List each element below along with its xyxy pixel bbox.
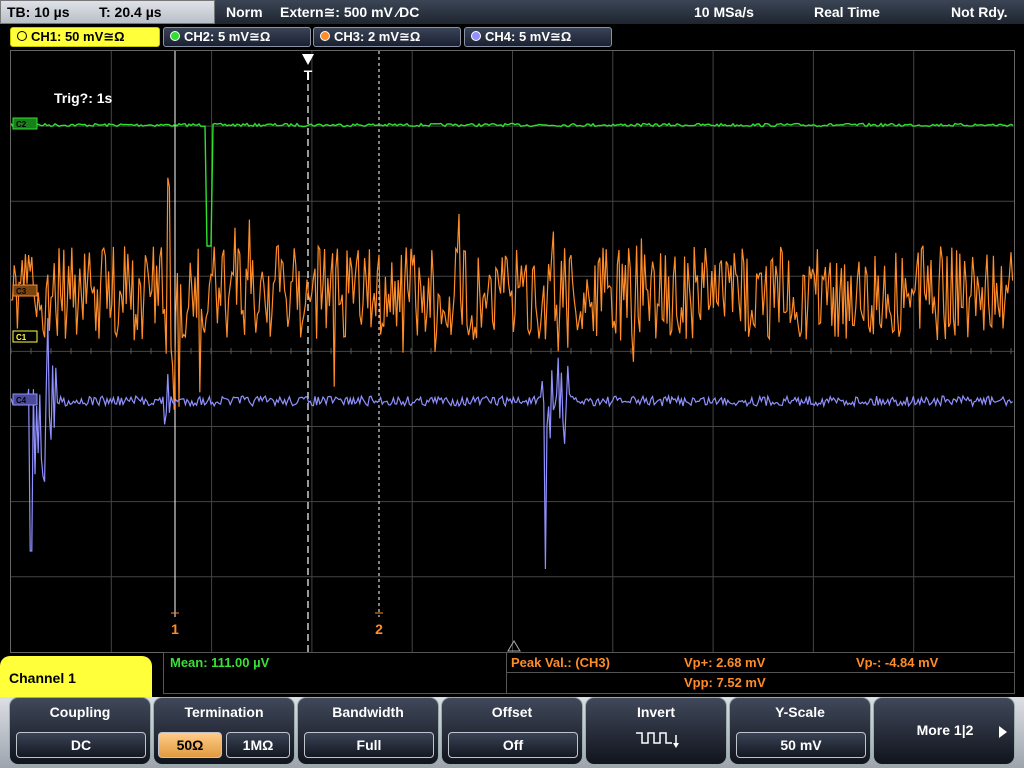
trigger-mode[interactable]: Norm bbox=[226, 0, 263, 24]
ch2-dot-icon bbox=[170, 31, 180, 41]
ch1-marker-label: C1 bbox=[16, 333, 27, 342]
cursor-1-label: 1 bbox=[171, 621, 179, 637]
menu-title: Channel 1 bbox=[0, 656, 152, 700]
termination-softkey[interactable]: Termination 50Ω 1MΩ bbox=[153, 697, 295, 765]
invert-waveform-icon bbox=[636, 732, 679, 748]
coupling-title: Coupling bbox=[49, 704, 111, 720]
acquisition-mode: Real Time bbox=[814, 4, 880, 20]
peak-label: Peak Val.: (CH3) bbox=[511, 655, 610, 670]
trigger-status-label: Trig?: 1s bbox=[54, 90, 113, 106]
more-softkey[interactable]: More 1|2 bbox=[873, 697, 1015, 765]
trigger-source[interactable]: Extern≅: 500 mV ⁄DC bbox=[280, 0, 419, 24]
vp-minus-readout: Vp-: -4.84 mV bbox=[856, 655, 939, 670]
ch4-marker-label: C4 bbox=[16, 396, 27, 405]
ch3-marker-label: C3 bbox=[16, 287, 27, 296]
ch2-marker-label: C2 bbox=[16, 120, 27, 129]
tab-ch4[interactable]: CH4: 5 mV≅Ω bbox=[464, 27, 612, 47]
status-bar: TB: 10 µs T: 20.4 µs Norm Extern≅: 500 m… bbox=[0, 0, 1024, 24]
tab-ch3-label: CH3: 2 mV≅Ω bbox=[334, 29, 421, 44]
termination-1mohm-option[interactable]: 1MΩ bbox=[226, 732, 290, 758]
tab-ch2[interactable]: CH2: 5 mV≅Ω bbox=[163, 27, 311, 47]
horizontal-position-icon bbox=[507, 640, 521, 652]
measurement-panel: Mean: 111.00 µV Peak Val.: (CH3) Vp+: 2.… bbox=[163, 652, 1015, 694]
mean-readout: Mean: 111.00 µV bbox=[170, 655, 270, 670]
timebase-readout: TB: 10 µs bbox=[7, 4, 70, 20]
waveform-canvas: T C2 C3 C1 C4 Trig?: 1s 1 2 bbox=[11, 51, 1014, 652]
bandwidth-value[interactable]: Full bbox=[304, 732, 434, 758]
tab-ch1-label: CH1: 50 mV≅Ω bbox=[31, 29, 125, 44]
bandwidth-softkey[interactable]: Bandwidth Full bbox=[297, 697, 439, 765]
channel-tabs: CH1: 50 mV≅Ω CH2: 5 mV≅Ω CH3: 2 mV≅Ω CH4… bbox=[0, 26, 1024, 48]
termination-title: Termination bbox=[184, 704, 264, 720]
softkey-bar: Coupling DC Termination 50Ω 1MΩ Bandwidt… bbox=[0, 697, 1024, 768]
tab-ch1[interactable]: CH1: 50 mV≅Ω bbox=[10, 27, 160, 47]
offset-value[interactable]: Off bbox=[448, 732, 578, 758]
trigger-time-readout: T: 20.4 µs bbox=[99, 4, 162, 20]
bandwidth-title: Bandwidth bbox=[332, 704, 404, 720]
termination-50ohm-option[interactable]: 50Ω bbox=[158, 732, 222, 758]
timebase-box[interactable]: TB: 10 µs T: 20.4 µs bbox=[0, 0, 215, 24]
vpp-readout: Vpp: 7.52 mV bbox=[684, 675, 766, 690]
yscale-value[interactable]: 50 mV bbox=[736, 732, 866, 758]
ch3-waveform bbox=[11, 177, 1014, 410]
ch4-dot-icon bbox=[471, 31, 481, 41]
yscale-softkey[interactable]: Y-Scale 50 mV bbox=[729, 697, 871, 765]
vp-plus-readout: Vp+: 2.68 mV bbox=[684, 655, 766, 670]
tab-ch2-label: CH2: 5 mV≅Ω bbox=[184, 29, 271, 44]
coupling-value[interactable]: DC bbox=[16, 732, 146, 758]
ch4-waveform bbox=[11, 318, 1013, 570]
coupling-softkey[interactable]: Coupling DC bbox=[9, 697, 151, 765]
invert-softkey[interactable]: Invert bbox=[585, 697, 727, 765]
next-page-arrow-icon bbox=[999, 726, 1007, 738]
invert-title: Invert bbox=[636, 704, 676, 720]
trigger-marker: T bbox=[304, 67, 313, 83]
acquisition-state: Not Rdy. bbox=[951, 4, 1008, 20]
sample-rate: 10 MSa/s bbox=[694, 4, 754, 20]
more-label: More 1|2 bbox=[916, 722, 974, 738]
tab-ch3[interactable]: CH3: 2 mV≅Ω bbox=[313, 27, 461, 47]
yscale-title: Y-Scale bbox=[775, 704, 825, 720]
offset-softkey[interactable]: Offset Off bbox=[441, 697, 583, 765]
offset-title: Offset bbox=[491, 704, 533, 720]
tab-ch4-label: CH4: 5 mV≅Ω bbox=[485, 29, 572, 44]
cursor-2-label: 2 bbox=[375, 621, 383, 637]
graticule bbox=[11, 51, 1014, 652]
ch3-dot-icon bbox=[320, 31, 330, 41]
ch1-dot-icon bbox=[17, 31, 27, 41]
waveform-display[interactable]: T C2 C3 C1 C4 Trig?: 1s 1 2 bbox=[10, 50, 1015, 653]
